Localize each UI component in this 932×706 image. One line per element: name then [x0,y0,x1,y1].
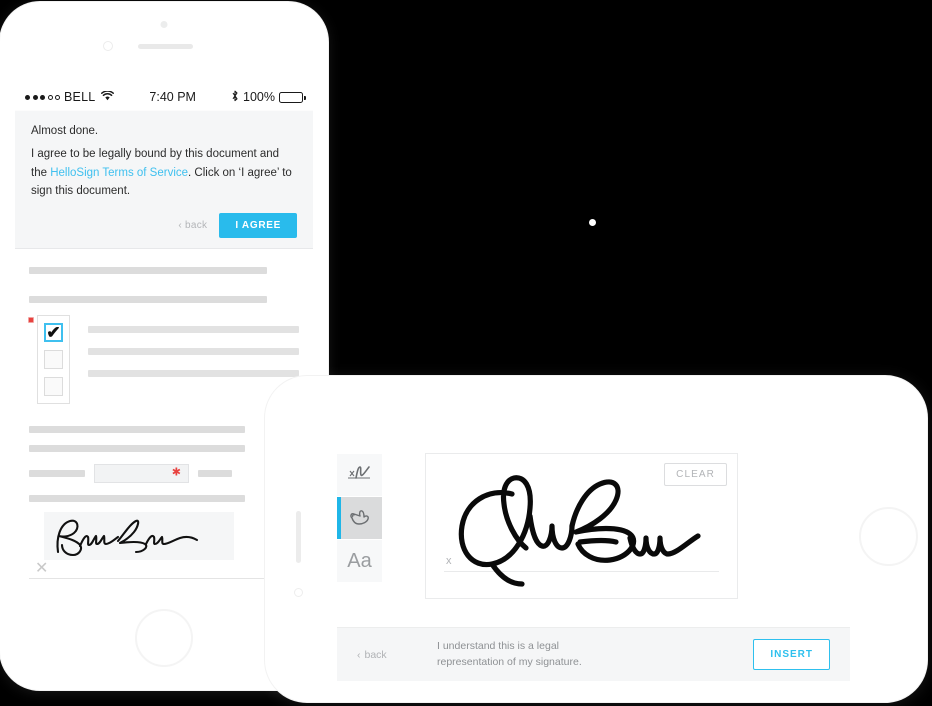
landscape-phone-screen: Aa CLEAR x ‹ back I understand this is a… [337,396,850,681]
legal-disclaimer: I understand this is a legal representat… [437,639,753,669]
status-bar-left: BELL [25,90,115,104]
placeholder-bar [29,295,267,303]
back-button[interactable]: ‹ back [178,220,207,231]
earpiece-speaker [138,44,193,49]
insert-button[interactable]: INSERT [753,639,830,670]
placeholder-bar [29,469,85,477]
signal-strength-icon [25,94,60,100]
status-bar-right: 100% [231,90,306,105]
signature-pad[interactable]: CLEAR x [425,453,738,599]
terms-of-service-link[interactable]: HelloSign Terms of Service [50,167,188,179]
checkbox-option-3[interactable] [44,376,63,396]
checkbox-option-1[interactable]: ✔ [44,322,63,342]
remove-signature-icon[interactable]: ✕ [35,560,48,577]
placeholder-bar [29,425,245,433]
back-button-label: back [185,219,208,231]
battery-percent-label: 100% [243,90,275,104]
placeholder-bar [88,369,299,377]
placeholder-bar [29,266,267,274]
agreement-body: I agree to be legally bound by this docu… [31,145,297,201]
legal-line-1: I understand this is a legal [437,640,559,653]
required-field-marker [28,316,34,323]
tool-hand-draw[interactable] [337,497,382,540]
agreement-panel: Almost done. I agree to be legally bound… [15,111,313,249]
type-text-icon: Aa [347,549,372,572]
check-mark-icon: ✔ [46,322,61,342]
tool-draw-signature[interactable] [337,454,382,497]
chevron-left-icon: ‹ [178,219,183,231]
signature-stroke [56,519,199,556]
agreement-actions: ‹ back I AGREE [31,212,297,238]
carrier-label: BELL [64,90,96,104]
text-input-field[interactable]: ✱ [94,463,189,483]
clock-label: 7:40 PM [149,90,196,104]
checkbox-group[interactable]: ✔ [37,314,70,404]
placeholder-bar [29,444,245,452]
home-button[interactable] [135,609,193,667]
screenshot-stage: BELL 7:40 PM 100% Almost done. I agree t… [0,0,932,706]
checkbox-label-lines [88,315,299,377]
battery-full-icon [279,91,306,103]
placeholder-bar [198,469,232,477]
bluetooth-icon [231,90,239,105]
checkbox-option-2[interactable] [44,349,63,369]
tool-type-text[interactable]: Aa [337,540,382,583]
placeholder-bar [88,347,299,355]
home-button[interactable] [859,507,918,566]
placeholder-bar [29,494,245,502]
signature-baseline [29,577,299,579]
proximity-sensor-icon [103,41,113,51]
required-field-marker: ✱ [171,466,181,479]
signature-field-wrap: ✕ [29,511,299,579]
status-bar: BELL 7:40 PM 100% [15,84,313,111]
hand-draw-icon [347,505,373,532]
placeholder-bar [88,325,299,333]
earpiece-speaker [296,511,301,563]
wifi-icon [101,90,115,104]
back-button[interactable]: ‹ back [357,649,437,661]
agreement-title: Almost done. [31,125,99,137]
signature-capture-area: Aa CLEAR x [337,396,850,627]
landscape-footer: ‹ back I understand this is a legal repr… [337,627,850,681]
signature-tool-rail: Aa [337,454,382,583]
checkbox-question-row: ✔ [28,314,299,404]
i-agree-button[interactable]: I AGREE [219,212,297,238]
front-camera-icon [160,21,168,28]
drawn-signature [458,475,701,587]
signature-field[interactable] [44,511,234,560]
legal-line-2: representation of my signature. [437,655,582,668]
white-dot-marker [589,219,596,226]
text-field-row: ✱ [29,463,299,483]
draw-signature-icon [346,462,374,489]
front-camera-icon [294,588,303,597]
chevron-left-icon: ‹ [357,648,361,661]
back-button-label: back [364,648,387,661]
